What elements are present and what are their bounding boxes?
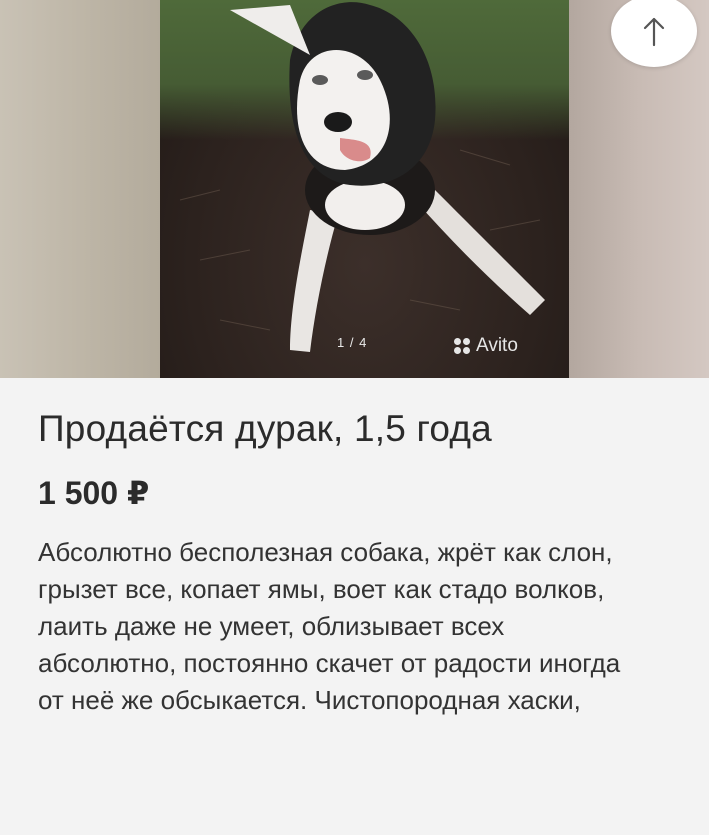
listing-description: Абсолютно бесполезная собака, жрёт как с… bbox=[38, 537, 621, 715]
avito-logo-icon bbox=[454, 338, 470, 354]
photo-counter: 1 / 4 bbox=[337, 335, 368, 350]
listing-photo[interactable] bbox=[160, 0, 570, 378]
listing-price: 1 500 ₽ bbox=[38, 475, 150, 511]
listing-details: Продаётся дурак, 1,5 года 1 500 ₽ Абсолю… bbox=[38, 388, 698, 719]
arrow-up-icon bbox=[643, 17, 665, 47]
watermark-text: Avito bbox=[476, 335, 518, 356]
gallery-blur-left bbox=[0, 0, 160, 378]
husky-illustration bbox=[179, 2, 545, 352]
avito-watermark: Avito bbox=[454, 335, 518, 357]
photo-gallery[interactable]: 1 / 4 Avito bbox=[0, 0, 709, 378]
listing-title: Продаётся дурак, 1,5 года bbox=[38, 408, 492, 449]
